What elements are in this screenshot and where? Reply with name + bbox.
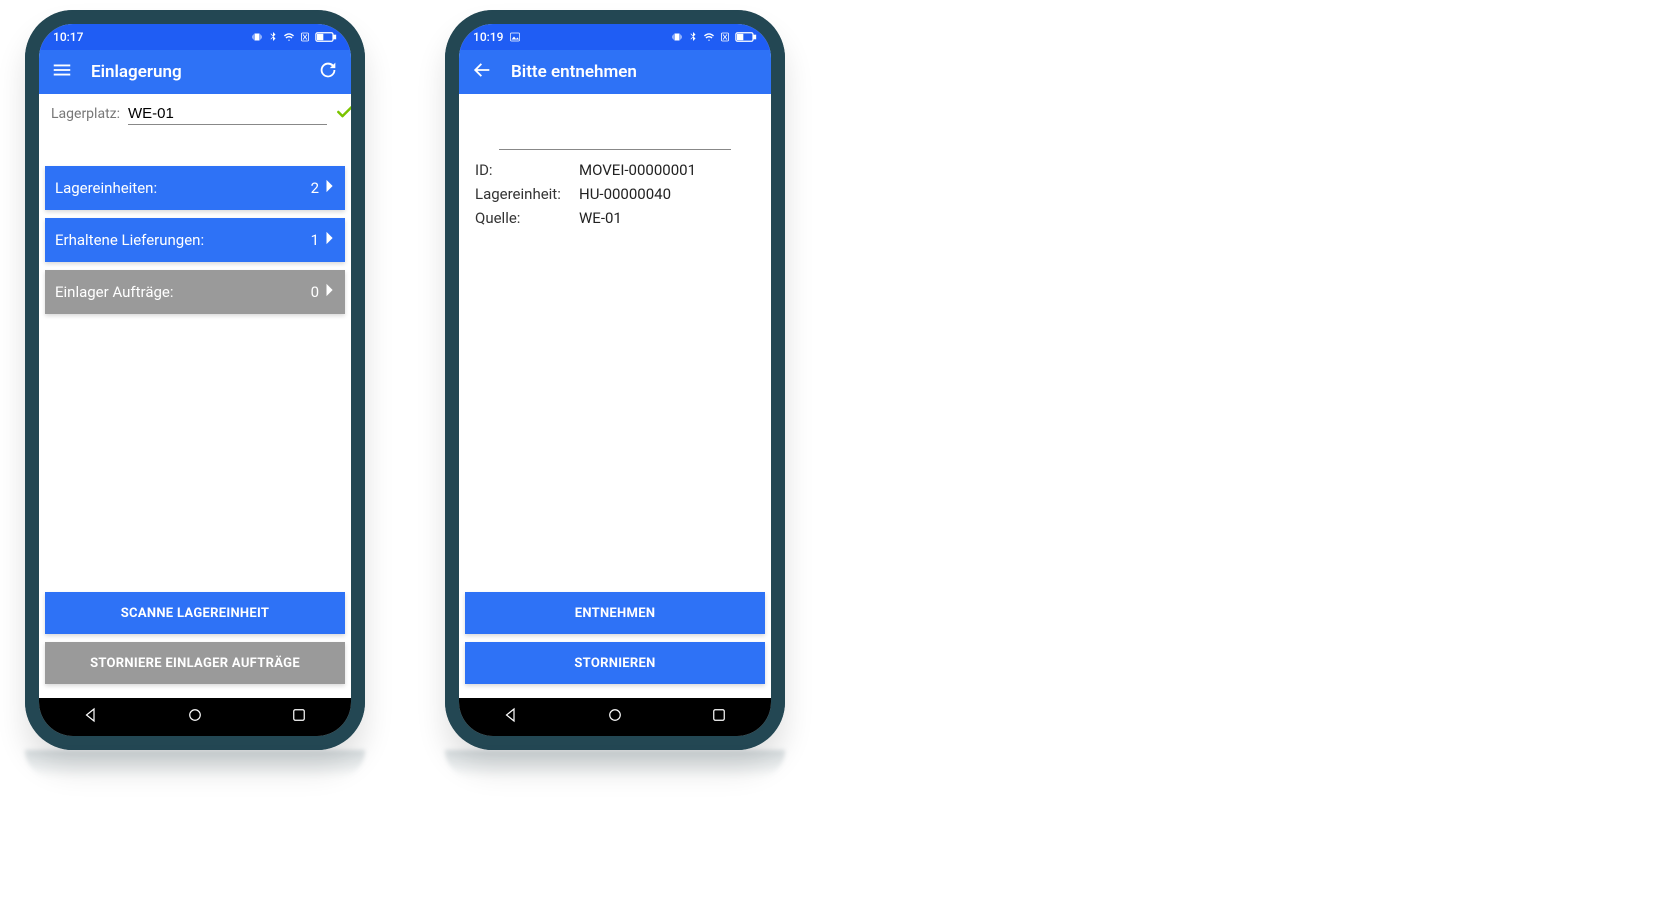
image-icon (509, 31, 521, 43)
home-nav-icon[interactable] (606, 706, 624, 728)
bluetooth-icon (267, 31, 279, 43)
detail-row-unit: Lagereinheit: HU-00000040 (475, 182, 755, 206)
bluetooth-icon (687, 31, 699, 43)
list-item-count: 1 (311, 231, 319, 249)
hamburger-icon[interactable] (51, 59, 73, 85)
wifi-icon (703, 31, 715, 43)
content-right: ID: MOVEI-00000001 Lagereinheit: HU-0000… (459, 94, 771, 698)
detail-value: MOVEI-00000001 (579, 161, 696, 179)
detail-value: HU-00000040 (579, 185, 671, 203)
list-item-auftraege[interactable]: Einlager Aufträge: 0 (45, 270, 345, 314)
status-time: 10:19 (473, 30, 503, 44)
detail-label: Quelle: (475, 209, 575, 227)
check-icon (335, 102, 351, 126)
no-sim-icon (299, 31, 311, 43)
android-nav-bar (39, 698, 351, 736)
list-item-lieferungen[interactable]: Erhaltene Lieferungen: 1 (45, 218, 345, 262)
recents-nav-icon[interactable] (710, 706, 728, 728)
page-title: Einlagerung (91, 62, 299, 82)
status-bar: 10:17 (39, 24, 351, 50)
list-item-label: Einlager Aufträge: (55, 283, 311, 301)
storage-field-label: Lagerplatz: (51, 106, 120, 122)
status-time-group: 10:19 (473, 30, 521, 44)
list-item-count: 0 (311, 283, 319, 301)
back-nav-icon[interactable] (502, 706, 520, 728)
cancel-orders-button[interactable]: STORNIERE EINLAGER AUFTRÄGE (45, 642, 345, 684)
screen-left: 10:17 Einlagerung Lagerplatz: (39, 24, 351, 736)
refresh-icon[interactable] (317, 59, 339, 85)
wifi-icon (283, 31, 295, 43)
vibrate-icon (251, 31, 263, 43)
chevron-right-icon (325, 231, 335, 249)
battery-icon (315, 31, 337, 43)
list-item-label: Erhaltene Lieferungen: (55, 231, 311, 249)
screen-right: 10:19 Bitte entnehmen ID: MOVEI (459, 24, 771, 736)
storage-input[interactable] (128, 103, 327, 125)
scan-unit-button[interactable]: SCANNE LAGEREINHEIT (45, 592, 345, 634)
back-arrow-icon[interactable] (471, 59, 493, 85)
status-bar: 10:19 (459, 24, 771, 50)
page-title: Bitte entnehmen (511, 62, 759, 82)
back-nav-icon[interactable] (82, 706, 100, 728)
detail-row-source: Quelle: WE-01 (475, 206, 755, 230)
status-icons (251, 31, 337, 43)
phone-frame-left: 10:17 Einlagerung Lagerplatz: (25, 10, 365, 750)
detail-label: Lagereinheit: (475, 185, 575, 203)
recents-nav-icon[interactable] (290, 706, 308, 728)
content-left: Lagerplatz: Lagereinheiten: 2 Erhaltene … (39, 94, 351, 698)
storage-field-row: Lagerplatz: (45, 94, 345, 130)
vibrate-icon (671, 31, 683, 43)
details-block: ID: MOVEI-00000001 Lagereinheit: HU-0000… (465, 94, 765, 236)
list-item-count: 2 (311, 179, 319, 197)
list-item-lagereinheiten[interactable]: Lagereinheiten: 2 (45, 166, 345, 210)
chevron-right-icon (325, 179, 335, 197)
status-time: 10:17 (53, 30, 83, 44)
no-sim-icon (719, 31, 731, 43)
chevron-right-icon (325, 283, 335, 301)
app-bar: Einlagerung (39, 50, 351, 94)
status-icons (671, 31, 757, 43)
input-underline[interactable] (499, 100, 731, 150)
list-item-label: Lagereinheiten: (55, 179, 311, 197)
detail-row-id: ID: MOVEI-00000001 (475, 158, 755, 182)
take-button[interactable]: ENTNEHMEN (465, 592, 765, 634)
home-nav-icon[interactable] (186, 706, 204, 728)
detail-label: ID: (475, 161, 575, 179)
android-nav-bar (459, 698, 771, 736)
detail-value: WE-01 (579, 209, 622, 227)
app-bar: Bitte entnehmen (459, 50, 771, 94)
cancel-button[interactable]: STORNIEREN (465, 642, 765, 684)
phone-frame-right: 10:19 Bitte entnehmen ID: MOVEI (445, 10, 785, 750)
battery-icon (735, 31, 757, 43)
